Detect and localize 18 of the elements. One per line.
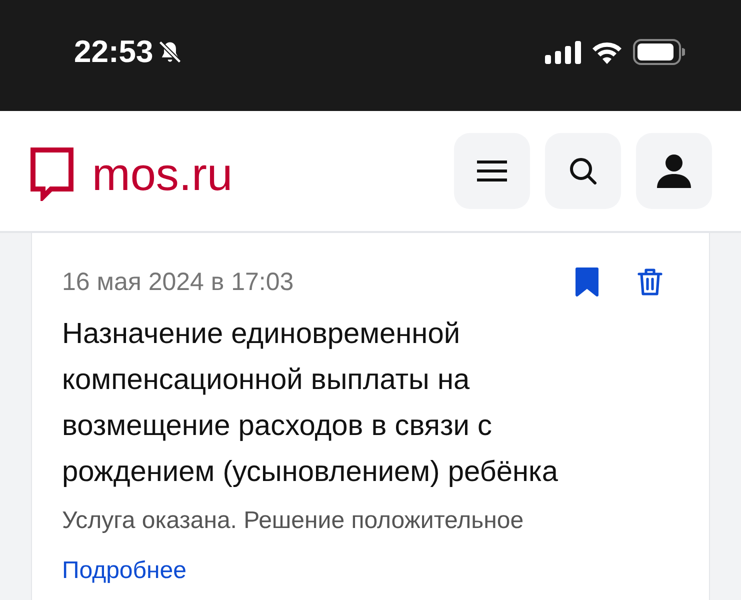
menu-icon bbox=[477, 160, 507, 182]
battery-icon bbox=[633, 38, 685, 64]
person-icon bbox=[657, 154, 691, 188]
search-icon bbox=[569, 157, 597, 185]
speech-bubble-icon bbox=[30, 147, 74, 201]
wifi-icon bbox=[591, 40, 623, 64]
bookmark-button[interactable] bbox=[575, 267, 599, 297]
details-link[interactable]: Подробнее bbox=[62, 557, 186, 585]
service-status: Услуга оказана. Решение положительное bbox=[62, 507, 525, 535]
delete-button[interactable] bbox=[637, 268, 663, 296]
site-logo[interactable]: mos.ru bbox=[92, 147, 233, 201]
service-title: Назначение единовременной компенсационной выплаты на возмещение расходов в связи с рождением (усыновлением) ребёнка bbox=[62, 317, 559, 490]
signal-icon bbox=[545, 40, 581, 64]
clock-time: 22:53 bbox=[74, 34, 154, 70]
profile-button[interactable] bbox=[636, 133, 712, 209]
menu-button[interactable] bbox=[454, 133, 530, 209]
search-button[interactable] bbox=[545, 133, 621, 209]
request-date: 16 мая 2024 в 17:03 bbox=[62, 268, 294, 296]
